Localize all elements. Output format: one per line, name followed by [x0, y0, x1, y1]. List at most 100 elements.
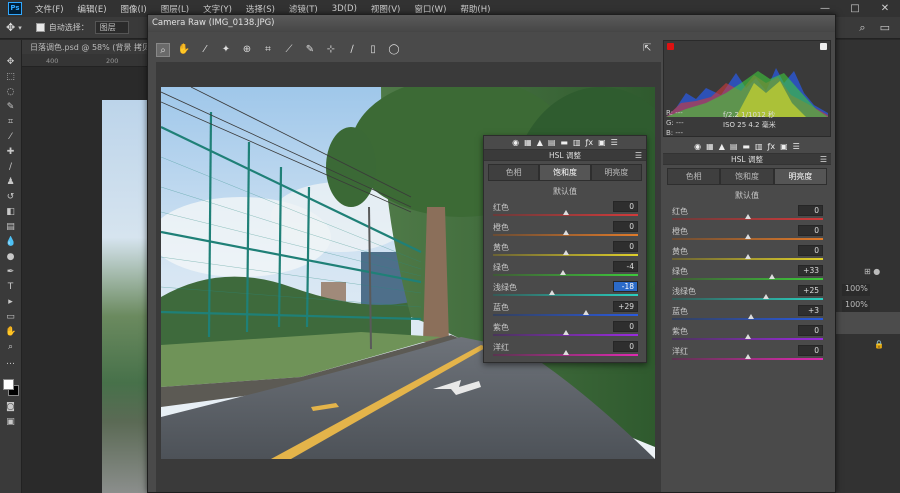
slider-value-input[interactable]: +3: [798, 305, 823, 316]
slider-value-input[interactable]: +29: [613, 301, 638, 312]
zoom-tool-icon[interactable]: ⌕: [5, 343, 16, 352]
slider-thumb[interactable]: [768, 274, 775, 279]
targeted-adjust-icon[interactable]: ⊕: [240, 43, 254, 57]
eyedropper-tool-icon[interactable]: ⁄: [5, 133, 16, 142]
slider-thumb[interactable]: [744, 234, 751, 239]
basic-icon[interactable]: ◉: [512, 138, 519, 147]
slider-value-input[interactable]: 0: [798, 225, 823, 236]
calibration-icon[interactable]: ▣: [780, 142, 788, 151]
slider-value-input[interactable]: 0: [613, 221, 638, 232]
menu-layer[interactable]: 图层(L): [154, 3, 196, 15]
split-tone-icon[interactable]: ▬: [560, 138, 568, 147]
quick-mask-icon[interactable]: ◙: [5, 403, 16, 412]
slider-value-input[interactable]: +25: [798, 285, 823, 296]
adjustment-brush-icon[interactable]: ∕: [345, 43, 359, 57]
presets-icon[interactable]: ☰: [611, 138, 618, 147]
slider-value-input[interactable]: 0: [798, 245, 823, 256]
more-tools-icon[interactable]: …: [5, 358, 16, 367]
chevron-down-icon[interactable]: ▾: [18, 24, 22, 32]
workspace-icon[interactable]: ▭: [880, 21, 890, 35]
defaults-link[interactable]: 默认值: [663, 190, 831, 201]
minimize-button[interactable]: —: [810, 3, 840, 14]
pen-tool-icon[interactable]: ✒: [5, 268, 16, 277]
auto-select-checkbox[interactable]: [35, 23, 45, 32]
slider-value-input[interactable]: 0: [798, 205, 823, 216]
shadow-clipping-warning[interactable]: [667, 43, 674, 50]
opacity-value[interactable]: 100%: [842, 284, 870, 296]
hand-tool-icon[interactable]: ✋: [5, 328, 16, 337]
auto-select-dropdown[interactable]: 图层: [94, 21, 129, 34]
lasso-tool-icon[interactable]: ◌: [5, 88, 16, 97]
foreground-color[interactable]: [2, 379, 14, 390]
menu-file[interactable]: 文件(F): [28, 3, 71, 15]
straighten-icon[interactable]: ⟋: [282, 43, 296, 57]
slider-value-input[interactable]: +33: [798, 265, 823, 276]
slider-thumb[interactable]: [582, 310, 589, 315]
layer-row-selected[interactable]: [836, 312, 900, 334]
tab-saturation[interactable]: 饱和度: [720, 168, 774, 184]
tone-curve-icon[interactable]: ▦: [524, 138, 532, 147]
lens-icon[interactable]: ▥: [573, 138, 581, 147]
menu-edit[interactable]: 编辑(E): [71, 3, 114, 15]
move-tool-icon[interactable]: ✥: [5, 58, 16, 67]
tab-luminance[interactable]: 明亮度: [590, 164, 642, 180]
slider-value-input[interactable]: -18: [613, 281, 638, 292]
red-eye-icon[interactable]: ⊹: [324, 43, 338, 57]
maximize-button[interactable]: □: [840, 3, 870, 14]
effects-icon[interactable]: ƒx: [586, 138, 594, 147]
slider-thumb[interactable]: [549, 290, 556, 295]
defaults-link[interactable]: 默认值: [484, 186, 646, 197]
menu-view[interactable]: 视图(V): [364, 3, 407, 15]
menu-3d[interactable]: 3D(D): [325, 4, 364, 14]
detail-icon[interactable]: ▲: [719, 142, 725, 151]
menu-filter[interactable]: 滤镜(T): [282, 3, 325, 15]
gradient-tool-icon[interactable]: ▤: [5, 223, 16, 232]
slider-thumb[interactable]: [562, 230, 569, 235]
crop-tool-icon[interactable]: ⌗: [5, 118, 16, 127]
slider-track[interactable]: [672, 278, 823, 280]
calibration-icon[interactable]: ▣: [598, 138, 606, 147]
slider-thumb[interactable]: [559, 270, 566, 275]
brush-tool-icon[interactable]: ∕: [5, 163, 16, 172]
history-brush-icon[interactable]: ↺: [5, 193, 16, 202]
panel-glyph[interactable]: ⊞ ●: [864, 267, 900, 279]
open-preferences-icon[interactable]: ⇱: [643, 43, 655, 55]
slider-track[interactable]: [493, 294, 638, 296]
document-tab[interactable]: 日落调色.psd @ 58% (背景 拷贝 2...: [22, 40, 148, 54]
tone-curve-icon[interactable]: ▦: [706, 142, 714, 151]
menu-select[interactable]: 选择(S): [239, 3, 282, 15]
slider-thumb[interactable]: [744, 334, 751, 339]
slider-value-input[interactable]: 0: [613, 341, 638, 352]
slider-value-input[interactable]: 0: [613, 321, 638, 332]
move-tool-icon[interactable]: ✥: [6, 21, 15, 34]
path-select-icon[interactable]: ▸: [5, 298, 16, 307]
screen-mode-icon[interactable]: ▣: [5, 418, 16, 427]
slider-thumb[interactable]: [747, 314, 754, 319]
quick-select-tool-icon[interactable]: ✎: [5, 103, 16, 112]
search-icon[interactable]: ⌕: [859, 21, 865, 35]
marquee-tool-icon[interactable]: ⬚: [5, 73, 16, 82]
slider-track[interactable]: [493, 314, 638, 316]
slider-value-input[interactable]: 0: [798, 325, 823, 336]
fill-value[interactable]: 100%: [842, 300, 870, 312]
lens-icon[interactable]: ▥: [755, 142, 763, 151]
slider-thumb[interactable]: [744, 214, 751, 219]
highlight-clipping-warning[interactable]: [820, 43, 827, 50]
slider-value-input[interactable]: -4: [613, 261, 638, 272]
tab-hue[interactable]: 色相: [488, 164, 540, 180]
spot-removal-icon[interactable]: ✎: [303, 43, 317, 57]
detail-icon[interactable]: ▲: [537, 138, 543, 147]
effects-icon[interactable]: ƒx: [768, 142, 776, 151]
slider-thumb[interactable]: [562, 350, 569, 355]
tab-hue[interactable]: 色相: [667, 168, 721, 184]
panel-menu-icon[interactable]: ☰: [635, 150, 642, 161]
eraser-tool-icon[interactable]: ◧: [5, 208, 16, 217]
hand-tool-icon[interactable]: ✋: [177, 43, 191, 57]
type-tool-icon[interactable]: T: [5, 283, 16, 292]
slider-thumb[interactable]: [562, 250, 569, 255]
crop-tool-icon[interactable]: ⌗: [261, 43, 275, 57]
hsl-icon[interactable]: ▤: [548, 138, 556, 147]
menu-help[interactable]: 帮助(H): [453, 3, 497, 15]
split-tone-icon[interactable]: ▬: [742, 142, 750, 151]
presets-icon[interactable]: ☰: [793, 142, 800, 151]
